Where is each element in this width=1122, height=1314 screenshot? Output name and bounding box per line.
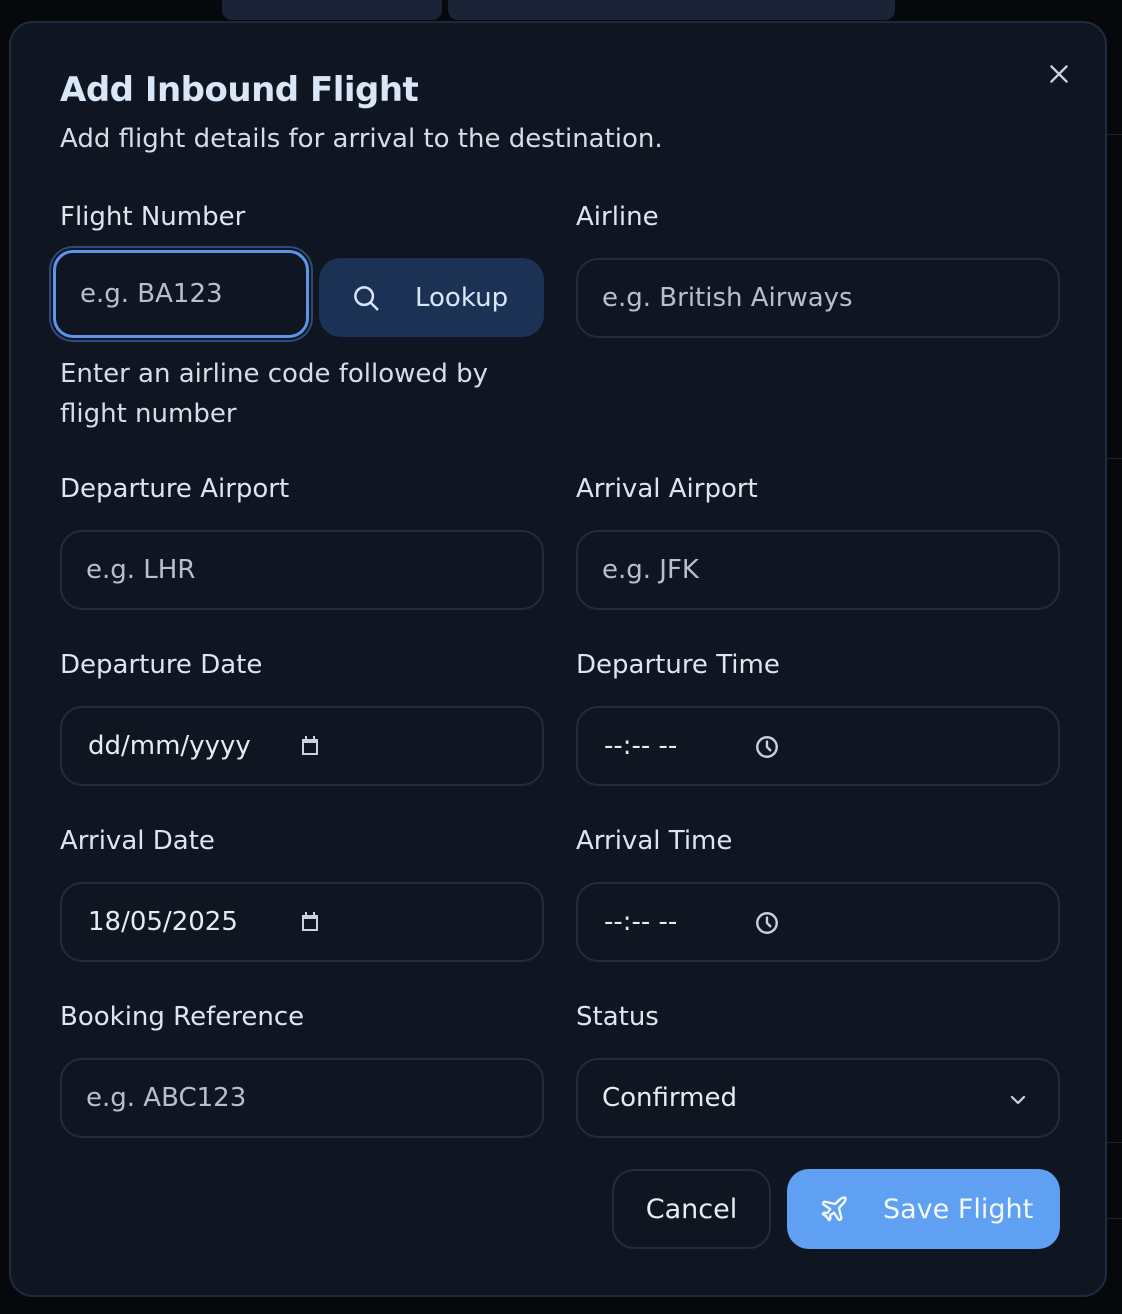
background-tab (448, 0, 895, 20)
search-icon (354, 285, 379, 310)
departure-date-label: Departure Date (60, 650, 263, 680)
arrival-airport-label: Arrival Airport (576, 474, 758, 504)
airline-input[interactable]: e.g. British Airways (576, 258, 1060, 338)
arrival-time-input[interactable]: --:-- -- (576, 882, 1060, 962)
clock-icon[interactable] (754, 734, 780, 760)
background-divider (1106, 458, 1122, 459)
departure-airport-label: Departure Airport (60, 474, 290, 504)
background-tab (222, 0, 442, 20)
lookup-label: Lookup (415, 282, 509, 313)
calendar-icon[interactable] (298, 734, 322, 758)
cancel-button[interactable]: Cancel (612, 1169, 771, 1249)
arrival-date-input[interactable]: 18/05/2025 (60, 882, 544, 962)
departure-time-label: Departure Time (576, 650, 780, 680)
departure-time-input[interactable]: --:-- -- (576, 706, 1060, 786)
flight-number-input[interactable]: e.g. BA123 (53, 250, 309, 338)
dialog-subtitle: Add flight details for arrival to the de… (60, 124, 663, 154)
lookup-button[interactable]: Lookup (319, 258, 544, 337)
clock-icon[interactable] (754, 910, 780, 936)
background-divider (1106, 1218, 1122, 1219)
add-flight-dialog: Add Inbound Flight Add flight details fo… (9, 21, 1107, 1297)
plane-icon (821, 1196, 847, 1222)
save-flight-button[interactable]: Save Flight (787, 1169, 1060, 1249)
arrival-date-label: Arrival Date (60, 826, 215, 856)
dialog-title: Add Inbound Flight (60, 70, 419, 110)
chevron-down-icon (1006, 1088, 1030, 1112)
calendar-icon[interactable] (298, 910, 322, 934)
airline-label: Airline (576, 202, 659, 232)
status-value: Confirmed (602, 1083, 737, 1113)
departure-date-input[interactable]: dd/mm/yyyy (60, 706, 544, 786)
arrival-time-value: --:-- -- (604, 907, 678, 937)
background-divider (1106, 1142, 1122, 1143)
departure-airport-input[interactable]: e.g. LHR (60, 530, 544, 610)
booking-reference-input[interactable]: e.g. ABC123 (60, 1058, 544, 1138)
arrival-time-label: Arrival Time (576, 826, 733, 856)
close-icon (1050, 65, 1068, 83)
save-flight-label: Save Flight (883, 1193, 1034, 1225)
status-select[interactable]: Confirmed (576, 1058, 1060, 1138)
departure-time-value: --:-- -- (604, 731, 678, 761)
close-button[interactable] (1035, 51, 1083, 97)
departure-date-value: dd/mm/yyyy (88, 731, 251, 761)
flight-number-label: Flight Number (60, 202, 246, 232)
arrival-date-value: 18/05/2025 (88, 907, 238, 937)
booking-reference-label: Booking Reference (60, 1002, 305, 1032)
arrival-airport-input[interactable]: e.g. JFK (576, 530, 1060, 610)
status-label: Status (576, 1002, 659, 1032)
background-divider (1106, 134, 1122, 135)
flight-number-help: Enter an airline code followed by flight… (60, 359, 489, 429)
